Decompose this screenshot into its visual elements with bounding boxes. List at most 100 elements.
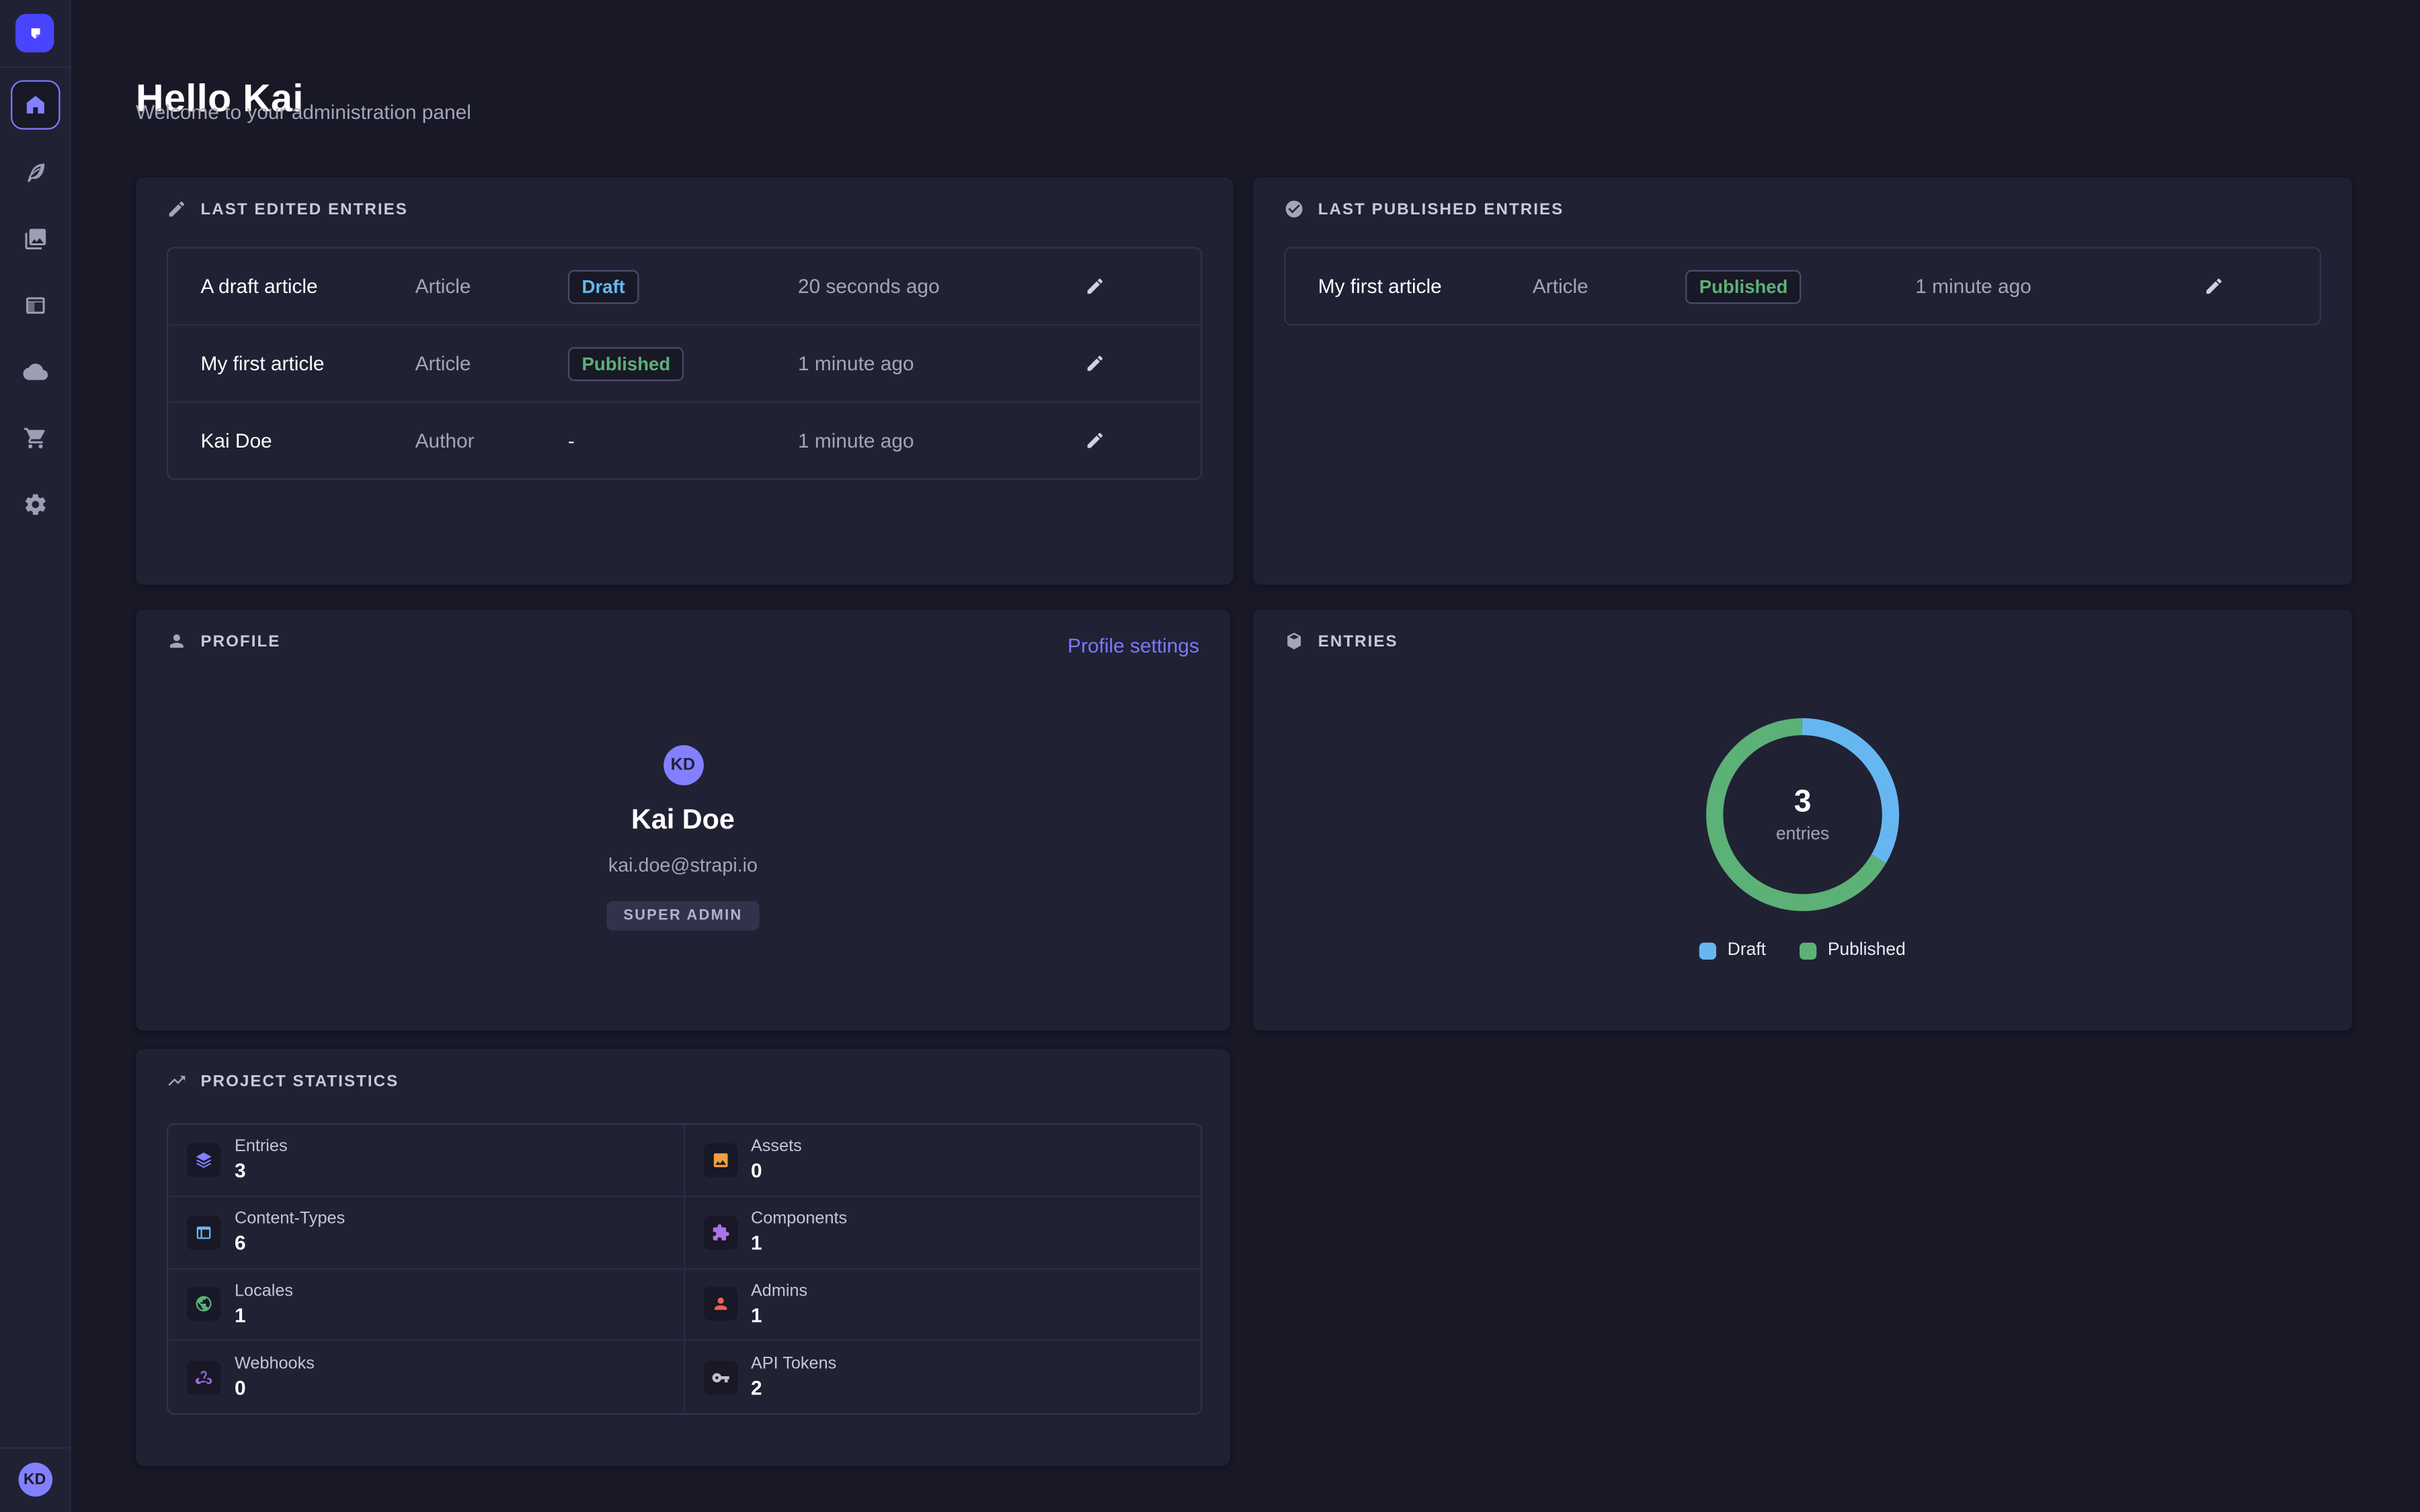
legend-item-published: Published <box>1800 941 1906 960</box>
home-icon <box>22 93 47 118</box>
stat-value: 6 <box>235 1231 345 1254</box>
donut-total: 3 <box>1794 786 1812 817</box>
legend-item-draft: Draft <box>1699 941 1766 960</box>
panel-last-edited-entries: LAST EDITED ENTRIES A draft article Arti… <box>136 177 1233 585</box>
pencil-icon <box>1084 276 1104 296</box>
stat-label: Components <box>751 1210 847 1228</box>
profile-name: Kai Doe <box>631 804 735 836</box>
assets-icon <box>703 1143 737 1177</box>
profile-settings-link[interactable]: Profile settings <box>1067 634 1199 657</box>
entry-type: Article <box>415 275 568 298</box>
stat-label: Entries <box>235 1138 288 1157</box>
legend-label: Published <box>1828 941 1906 960</box>
sidebar: KD <box>0 0 71 1512</box>
panel-profile: PROFILE Profile settings KD Kai Doe kai.… <box>136 610 1230 1031</box>
sidebar-item-cloud[interactable] <box>11 349 58 395</box>
entries-donut-chart: 3 entries <box>1253 705 2352 924</box>
sidebar-item-home[interactable] <box>10 80 59 129</box>
webhooks-icon <box>187 1360 221 1394</box>
avatar: KD <box>663 745 703 786</box>
panel-last-published-header: LAST PUBLISHED ENTRIES <box>1284 199 1564 219</box>
stat-value: 0 <box>235 1376 315 1399</box>
sidebar-item-media-library[interactable] <box>11 216 58 262</box>
stat-label: API Tokens <box>751 1355 836 1374</box>
panel-title: PROJECT STATISTICS <box>200 1072 399 1091</box>
sidebar-item-content-manager[interactable] <box>11 150 58 196</box>
stat-value: 1 <box>751 1304 807 1327</box>
sidebar-user-avatar[interactable]: KD <box>17 1463 52 1497</box>
user-icon <box>167 631 187 651</box>
edit-entry-button[interactable] <box>1071 263 1117 309</box>
stat-entries: Entries 3 <box>168 1125 684 1197</box>
stat-value: 1 <box>235 1304 293 1327</box>
entry-time: 1 minute ago <box>798 429 1071 452</box>
stat-value: 2 <box>751 1376 836 1399</box>
edit-entry-button[interactable] <box>1071 417 1117 464</box>
last-edited-table: A draft article Article Draft 20 seconds… <box>167 247 1203 480</box>
sidebar-item-content-type-builder[interactable] <box>11 282 58 329</box>
strapi-logo-icon <box>23 22 46 44</box>
trend-up-icon <box>167 1070 187 1091</box>
stat-value: 3 <box>235 1159 288 1182</box>
stat-locales: Locales 1 <box>168 1269 684 1341</box>
entry-name: My first article <box>1318 275 1533 298</box>
check-circle-icon <box>1284 199 1304 219</box>
admins-icon <box>703 1288 737 1322</box>
profile-email: kai.doe@strapi.io <box>608 855 758 876</box>
sidebar-footer: KD <box>0 1447 69 1512</box>
media-library-icon <box>22 226 47 251</box>
gear-icon <box>22 492 47 517</box>
components-icon <box>703 1215 737 1249</box>
pencil-icon <box>1084 431 1104 451</box>
sidebar-item-settings[interactable] <box>11 481 58 528</box>
panel-title: ENTRIES <box>1318 632 1398 650</box>
strapi-logo[interactable] <box>15 14 54 52</box>
cloud-icon <box>22 360 47 384</box>
stat-value: 0 <box>751 1159 802 1182</box>
entry-type: Article <box>415 351 568 374</box>
legend-swatch-published <box>1800 942 1817 959</box>
panel-title: PROFILE <box>200 632 280 650</box>
stat-admins: Admins 1 <box>684 1269 1201 1341</box>
layout-icon <box>22 293 47 318</box>
donut-center: 3 entries <box>1693 705 1912 924</box>
status-badge: Published <box>568 346 684 380</box>
sidebar-nav <box>10 80 59 1447</box>
panel-title: LAST EDITED ENTRIES <box>200 200 407 218</box>
locales-icon <box>187 1288 221 1322</box>
panel-entries: ENTRIES 3 entries Draft <box>1253 610 2352 1031</box>
stat-value: 1 <box>751 1231 847 1254</box>
table-row: My first article Article Published 1 min… <box>1285 249 2319 325</box>
main-content: Hello Kai Welcome to your administration… <box>71 0 2420 1512</box>
entry-time: 1 minute ago <box>1915 275 2190 298</box>
stat-webhooks: Webhooks 0 <box>168 1341 684 1413</box>
stat-label: Admins <box>751 1282 807 1301</box>
status-empty: - <box>568 429 798 452</box>
chart-legend: Draft Published <box>1253 941 2352 960</box>
entry-type: Author <box>415 429 568 452</box>
edit-entry-button[interactable] <box>2190 263 2236 309</box>
entry-name: A draft article <box>200 275 415 298</box>
sidebar-item-marketplace[interactable] <box>11 415 58 462</box>
donut-center-label: entries <box>1776 825 1829 843</box>
entry-time: 20 seconds ago <box>798 275 1071 298</box>
pencil-icon <box>1084 353 1104 374</box>
table-row: My first article Article Published 1 min… <box>168 325 1201 403</box>
api-tokens-icon <box>703 1360 737 1394</box>
feather-icon <box>22 161 47 185</box>
stat-label: Content-Types <box>235 1210 345 1228</box>
entry-name: My first article <box>200 351 415 374</box>
profile-card: KD Kai Doe kai.doe@strapi.io SUPER ADMIN <box>136 745 1230 931</box>
cart-icon <box>22 426 47 451</box>
legend-label: Draft <box>1728 941 1766 960</box>
entry-type: Article <box>1533 275 1685 298</box>
strapi-admin-dashboard: KD Hello Kai Welcome to your administrat… <box>0 0 2420 1512</box>
stat-label: Locales <box>235 1282 293 1301</box>
entry-time: 1 minute ago <box>798 351 1071 374</box>
cube-icon <box>1284 631 1304 651</box>
stat-content-types: Content-Types 6 <box>168 1197 684 1269</box>
edit-entry-button[interactable] <box>1071 340 1117 386</box>
stat-components: Components 1 <box>684 1197 1201 1269</box>
stat-label: Webhooks <box>235 1355 315 1374</box>
sidebar-divider <box>0 67 69 68</box>
